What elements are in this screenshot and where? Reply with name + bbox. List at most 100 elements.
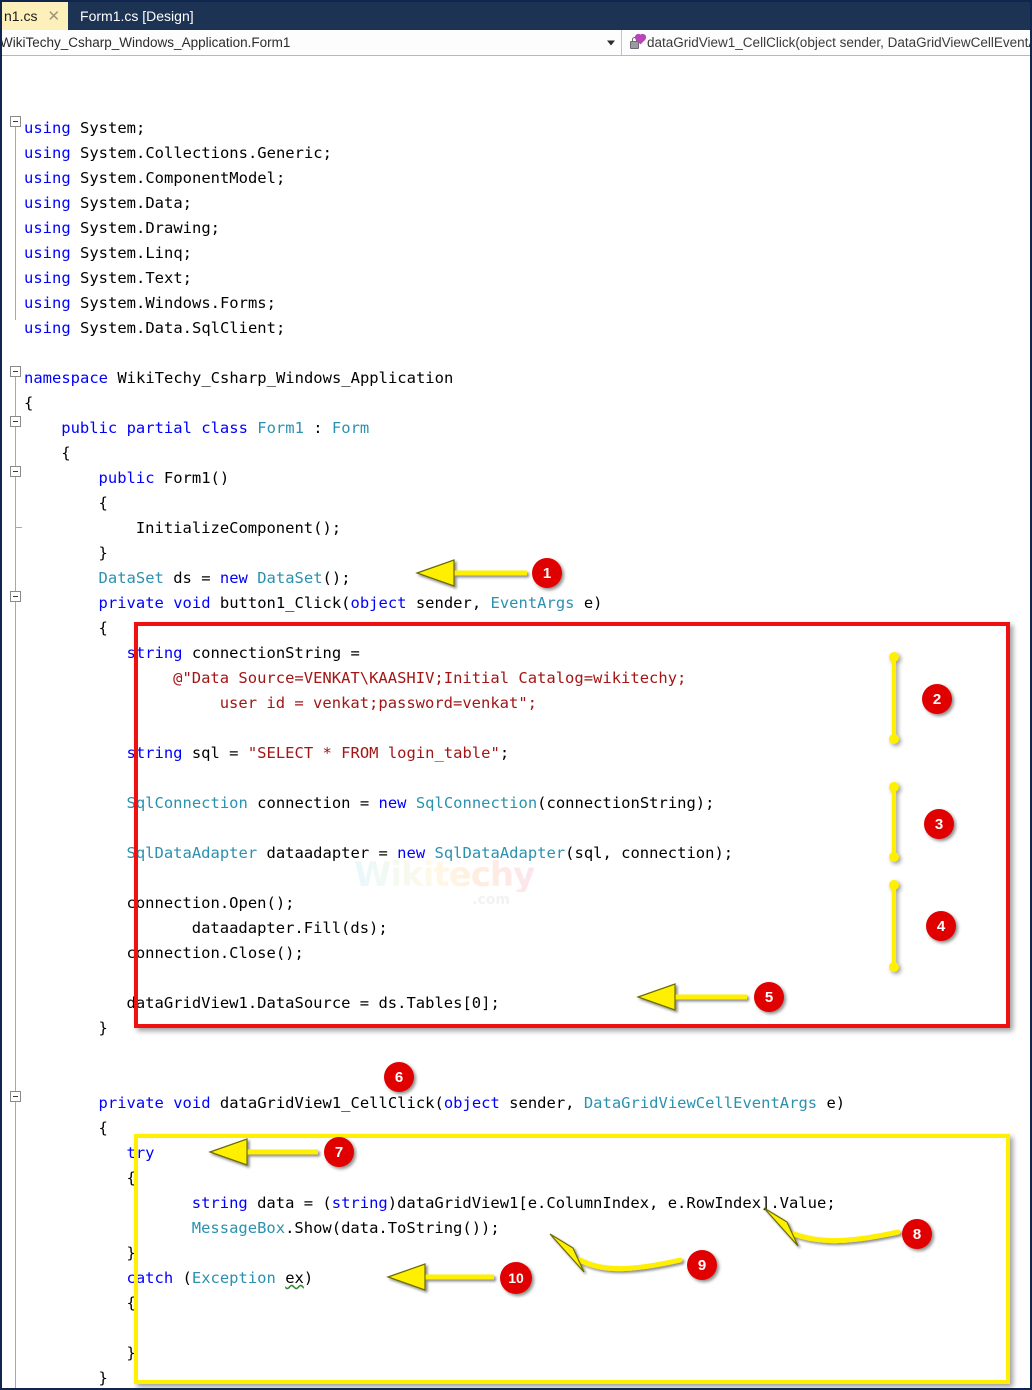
code-token: : [303, 419, 332, 437]
annotation-badge-10: 10 [500, 1262, 532, 1294]
code-token: using [24, 144, 71, 162]
code-token: { [98, 1119, 108, 1137]
code-line: private void button1_Click(object sender… [99, 591, 603, 616]
code-token: object [350, 594, 407, 612]
annotation-badge-9: 9 [687, 1250, 717, 1280]
annotation-badge-2: 2 [922, 684, 952, 714]
bracket-4 [888, 880, 900, 972]
code-line: { [24, 391, 33, 416]
annotation-badge-8: 8 [902, 1219, 932, 1249]
annotation-badge-7: 7 [324, 1137, 354, 1167]
code-token: dataGridView1_CellClick( [210, 1094, 444, 1112]
bracket-2 [888, 652, 900, 744]
code-line: using System.Text; [24, 266, 192, 291]
type-dropdown-label: WikiTechy_Csharp_Windows_Application.For… [2, 35, 291, 50]
code-token: (); [322, 569, 351, 587]
code-line: { [61, 441, 70, 466]
tab-label: n1.cs [4, 8, 38, 24]
code-token: System.Drawing; [70, 219, 220, 237]
code-line: using System; [24, 116, 145, 141]
code-line: using System.ComponentModel; [24, 166, 285, 191]
code-line: public partial class Form1 : Form [61, 416, 369, 441]
tab-label: Form1.cs [Design] [80, 8, 194, 24]
bracket-3 [888, 782, 900, 862]
code-token: using [24, 119, 71, 137]
code-token: System.Linq; [70, 244, 192, 262]
visual-studio-window: n1.cs ✕ Form1.cs [Design] WikiTechy_Csha… [0, 0, 1032, 1390]
annotation-badge-6: 6 [384, 1062, 414, 1092]
code-token: using [24, 319, 71, 337]
annotation-badge-3: 3 [924, 809, 954, 839]
chevron-down-icon[interactable] [607, 40, 615, 45]
annotation-badge-1: 1 [532, 558, 562, 588]
code-token: Form1() [154, 469, 230, 487]
code-editor[interactable]: using System; using System.Collections.Ge… [2, 56, 1030, 1388]
tab-form1-cs[interactable]: n1.cs ✕ [2, 2, 69, 30]
code-token: { [98, 494, 108, 512]
code-line: private void dataGridView1_CellClick(obj… [99, 1091, 846, 1116]
code-line: } [99, 541, 108, 566]
code-token: } [98, 544, 108, 562]
code-token: button1_Click( [210, 594, 351, 612]
code-token: System.Data; [70, 194, 192, 212]
code-line: { [99, 1116, 108, 1141]
code-token: InitializeComponent(); [135, 519, 342, 537]
code-token: DataSet [98, 569, 164, 587]
code-token: Form [331, 419, 370, 437]
annotation-badge-4: 4 [926, 911, 956, 941]
editor-tab-strip: n1.cs ✕ Form1.cs [Design] [2, 2, 1030, 30]
code-line: namespace WikiTechy_Csharp_Windows_Appli… [24, 366, 453, 391]
tab-form1-cs-design[interactable]: Form1.cs [Design] [68, 2, 208, 30]
code-line: using System.Data.SqlClient; [24, 316, 285, 341]
code-token: { [24, 394, 34, 412]
code-line: DataSet ds = new DataSet(); [99, 566, 351, 591]
code-token: e) [574, 594, 603, 612]
cellclick-try-catch-block [134, 1134, 1010, 1384]
code-line: using System.Drawing; [24, 216, 220, 241]
code-token: public [98, 469, 155, 487]
code-token: { [98, 619, 108, 637]
code-token: System.Data.SqlClient; [70, 319, 286, 337]
code-token: e) [817, 1094, 846, 1112]
code-token: private void [98, 594, 211, 612]
code-line: } [99, 1016, 108, 1041]
code-token: System.ComponentModel; [70, 169, 286, 187]
code-line: InitializeComponent(); [136, 516, 341, 541]
sql-connection-block [134, 622, 1010, 1028]
code-line: using System.Linq; [24, 241, 192, 266]
member-dropdown[interactable]: dataGridView1_CellClick(object sender, D… [622, 30, 1030, 55]
code-token: using [24, 269, 71, 287]
code-line: using System.Windows.Forms; [24, 291, 276, 316]
code-token: Form1 [257, 419, 304, 437]
code-token: EventArgs [490, 594, 575, 612]
code-token: using [24, 194, 71, 212]
code-token: } [98, 1369, 108, 1387]
code-line: using System.Collections.Generic; [24, 141, 332, 166]
close-icon[interactable]: ✕ [47, 9, 60, 24]
annotation-badge-5: 5 [754, 982, 784, 1012]
code-token: namespace [24, 369, 108, 387]
code-token: System.Text; [70, 269, 192, 287]
code-token: sender, [406, 594, 491, 612]
code-line: } [99, 1366, 108, 1388]
code-token: using [24, 244, 71, 262]
member-dropdown-label: dataGridView1_CellClick(object sender, D… [647, 35, 1030, 50]
code-token: using [24, 169, 71, 187]
code-token: public partial class [61, 419, 248, 437]
code-line: using System.Data; [24, 191, 192, 216]
code-token: System; [70, 119, 146, 137]
code-token: object [443, 1094, 500, 1112]
private-method-icon [628, 34, 646, 51]
code-token: sender, [499, 1094, 584, 1112]
code-token: private void [98, 1094, 211, 1112]
code-token: DataGridViewCellEventArgs [583, 1094, 818, 1112]
code-token: System.Windows.Forms; [70, 294, 276, 312]
code-line: { [99, 491, 108, 516]
code-token: WikiTechy_Csharp_Windows_Application [108, 369, 454, 387]
code-line: public Form1() [99, 466, 230, 491]
type-dropdown[interactable]: WikiTechy_Csharp_Windows_Application.For… [2, 30, 622, 55]
code-token: } [98, 1019, 108, 1037]
code-token: ds = [163, 569, 220, 587]
code-token: System.Collections.Generic; [70, 144, 332, 162]
